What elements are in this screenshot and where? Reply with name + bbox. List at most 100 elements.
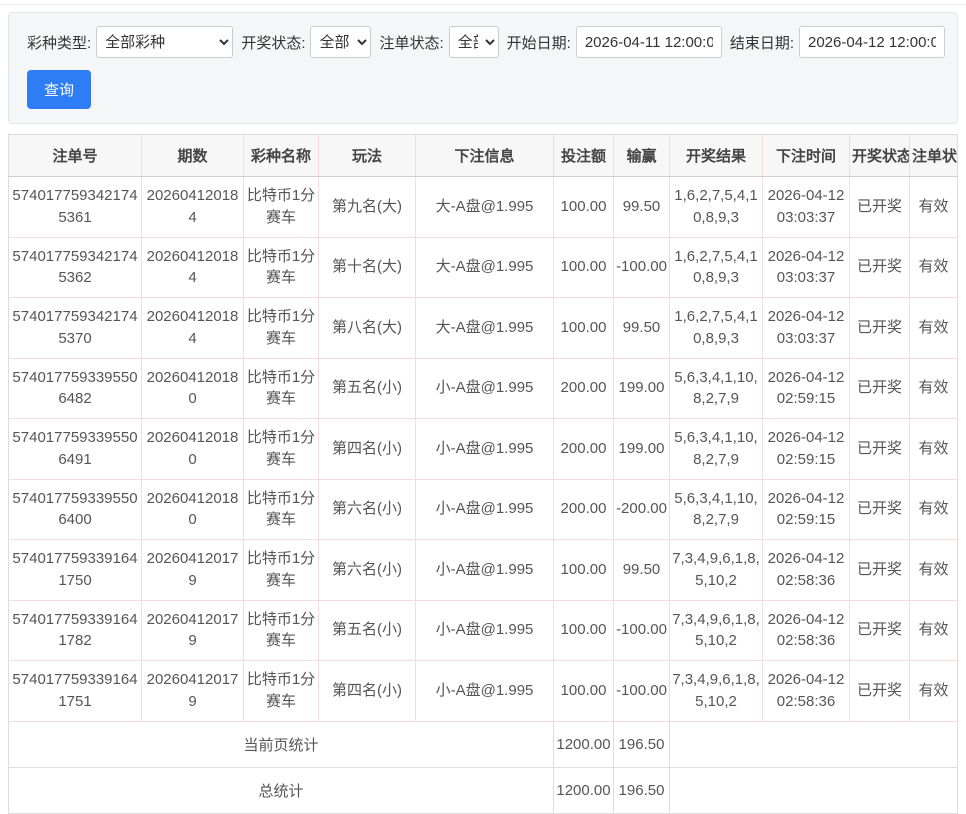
- win-loss-cell: 99.50: [613, 539, 670, 601]
- win-loss-cell: 99.50: [613, 297, 670, 359]
- table-row: 5740177593421745362 202604120184 比特币1分赛车 第十…: [8, 237, 958, 298]
- bet-info-cell: 小-A盘@1.995: [415, 418, 554, 480]
- order-status-cell: 有效: [909, 418, 958, 480]
- table-row: 5740177593391641751 202604120179 比特币1分赛车 第四…: [8, 660, 958, 722]
- end-date-input[interactable]: [799, 26, 945, 58]
- win-loss-cell: -200.00: [613, 479, 670, 540]
- order-status-cell: 有效: [909, 479, 958, 540]
- end-date-label: 结束日期:: [729, 34, 794, 52]
- col-header-draw-result: 开奖结果: [669, 134, 763, 177]
- col-header-play-type: 玩法: [318, 134, 416, 177]
- bet-amount-cell: 100.00: [553, 237, 614, 298]
- win-loss-cell: 199.00: [613, 358, 670, 419]
- start-date-input[interactable]: [575, 26, 722, 58]
- bet-time-cell: 2026-04-12 02:59:15: [762, 358, 850, 419]
- draw-result-cell: 1,6,2,7,5,4,10,8,9,3: [669, 176, 763, 238]
- draw-status-cell: 已开奖: [849, 176, 910, 238]
- table-row: 5740177593421745370 202604120184 比特币1分赛车 第八…: [8, 297, 958, 359]
- lottery-name-cell: 比特币1分赛车: [243, 479, 319, 540]
- lottery-name-cell: 比特币1分赛车: [243, 539, 319, 601]
- draw-status-cell: 已开奖: [849, 479, 910, 540]
- table-row: 5740177593391641782 202604120179 比特币1分赛车 第五…: [8, 600, 958, 661]
- filter-row: 彩种类型: 全部彩种 开奖状态: 全部 注单状态: 全部 开始日期: 结束日期:: [19, 26, 945, 58]
- lottery-type-label: 彩种类型:: [27, 34, 92, 52]
- play-type-cell: 第九名(大): [318, 176, 416, 238]
- bet-info-cell: 大-A盘@1.995: [415, 176, 554, 238]
- period-cell: 202604120180: [141, 418, 244, 480]
- order-status-cell: 有效: [909, 237, 958, 298]
- total-bet-amount-cell: 1200.00: [553, 766, 614, 813]
- draw-result-cell: 1,6,2,7,5,4,10,8,9,3: [669, 237, 763, 298]
- draw-status-cell: 已开奖: [849, 539, 910, 601]
- bet-time-cell: 2026-04-12 02:58:36: [762, 660, 850, 722]
- order-id-cell: 5740177593395506400: [8, 479, 142, 540]
- bet-amount-cell: 200.00: [553, 479, 614, 540]
- total-win-loss-cell: 196.50: [613, 720, 670, 767]
- bet-amount-cell: 100.00: [553, 176, 614, 238]
- draw-status-cell: 已开奖: [849, 237, 910, 298]
- col-header-draw-status: 开奖状态: [849, 134, 910, 177]
- play-type-cell: 第六名(小): [318, 539, 416, 601]
- draw-result-cell: 1,6,2,7,5,4,10,8,9,3: [669, 297, 763, 359]
- bet-info-cell: 小-A盘@1.995: [415, 539, 554, 601]
- bet-info-cell: 小-A盘@1.995: [415, 479, 554, 540]
- bet-amount-cell: 100.00: [553, 600, 614, 661]
- order-status-cell: 有效: [909, 600, 958, 661]
- col-header-bet-info: 下注信息: [415, 134, 554, 177]
- order-id-cell: 5740177593395506491: [8, 418, 142, 480]
- draw-status-select[interactable]: 全部: [310, 26, 372, 58]
- table-row: 5740177593391641750 202604120179 比特币1分赛车 第六…: [8, 539, 958, 601]
- table-row: 5740177593395506482 202604120180 比特币1分赛车 第五…: [8, 358, 958, 419]
- total-win-loss-cell: 196.50: [613, 766, 670, 813]
- order-status-label: 注单状态:: [379, 34, 444, 52]
- filter-panel: 彩种类型: 全部彩种 开奖状态: 全部 注单状态: 全部 开始日期: 结束日期:…: [8, 12, 958, 124]
- bet-time-cell: 2026-04-12 03:03:37: [762, 237, 850, 298]
- col-header-bet-amount: 投注额: [553, 134, 614, 177]
- win-loss-cell: -100.00: [613, 237, 670, 298]
- play-type-cell: 第四名(小): [318, 418, 416, 480]
- draw-result-cell: 7,3,4,9,6,1,8,5,10,2: [669, 539, 763, 601]
- order-id-cell: 5740177593395506482: [8, 358, 142, 419]
- page-total-row: 当前页统计 1200.00 196.50: [8, 720, 958, 767]
- order-status-cell: 有效: [909, 297, 958, 359]
- draw-status-cell: 已开奖: [849, 660, 910, 722]
- period-cell: 202604120179: [141, 600, 244, 661]
- bet-info-cell: 小-A盘@1.995: [415, 600, 554, 661]
- bet-info-cell: 大-A盘@1.995: [415, 237, 554, 298]
- draw-result-cell: 7,3,4,9,6,1,8,5,10,2: [669, 660, 763, 722]
- order-status-cell: 有效: [909, 358, 958, 419]
- lottery-name-cell: 比特币1分赛车: [243, 418, 319, 480]
- order-id-cell: 5740177593391641750: [8, 539, 142, 601]
- draw-result-cell: 5,6,3,4,1,10,8,2,7,9: [669, 418, 763, 480]
- lottery-type-select[interactable]: 全部彩种: [96, 26, 234, 58]
- table-row: 5740177593395506491 202604120180 比特币1分赛车 第四…: [8, 418, 958, 480]
- search-button[interactable]: 查询: [27, 70, 92, 109]
- period-cell: 202604120184: [141, 176, 244, 238]
- draw-status-label: 开奖状态:: [241, 34, 306, 52]
- draw-status-cell: 已开奖: [849, 418, 910, 480]
- order-id-cell: 5740177593421745361: [8, 176, 142, 238]
- draw-status-cell: 已开奖: [849, 600, 910, 661]
- lottery-name-cell: 比特币1分赛车: [243, 237, 319, 298]
- col-header-order-id: 注单号: [8, 134, 142, 177]
- play-type-cell: 第八名(大): [318, 297, 416, 359]
- draw-status-cell: 已开奖: [849, 297, 910, 359]
- lottery-name-cell: 比特币1分赛车: [243, 358, 319, 419]
- order-status-select[interactable]: 全部: [448, 26, 499, 58]
- bet-time-cell: 2026-04-12 02:59:15: [762, 479, 850, 540]
- grand-total-row: 总统计 1200.00 196.50: [8, 766, 958, 813]
- win-loss-cell: -100.00: [613, 660, 670, 722]
- lottery-name-cell: 比特币1分赛车: [243, 660, 319, 722]
- table-row: 5740177593421745361 202604120184 比特币1分赛车 第九…: [8, 176, 958, 238]
- period-cell: 202604120184: [141, 297, 244, 359]
- play-type-cell: 第十名(大): [318, 237, 416, 298]
- top-divider: [0, 0, 966, 5]
- table-row: 5740177593395506400 202604120180 比特币1分赛车 第六…: [8, 479, 958, 540]
- order-id-cell: 5740177593391641751: [8, 660, 142, 722]
- period-cell: 202604120179: [141, 539, 244, 601]
- total-empty-cell: [669, 766, 958, 813]
- play-type-cell: 第六名(小): [318, 479, 416, 540]
- period-cell: 202604120180: [141, 479, 244, 540]
- col-header-period: 期数: [141, 134, 244, 177]
- period-cell: 202604120179: [141, 660, 244, 722]
